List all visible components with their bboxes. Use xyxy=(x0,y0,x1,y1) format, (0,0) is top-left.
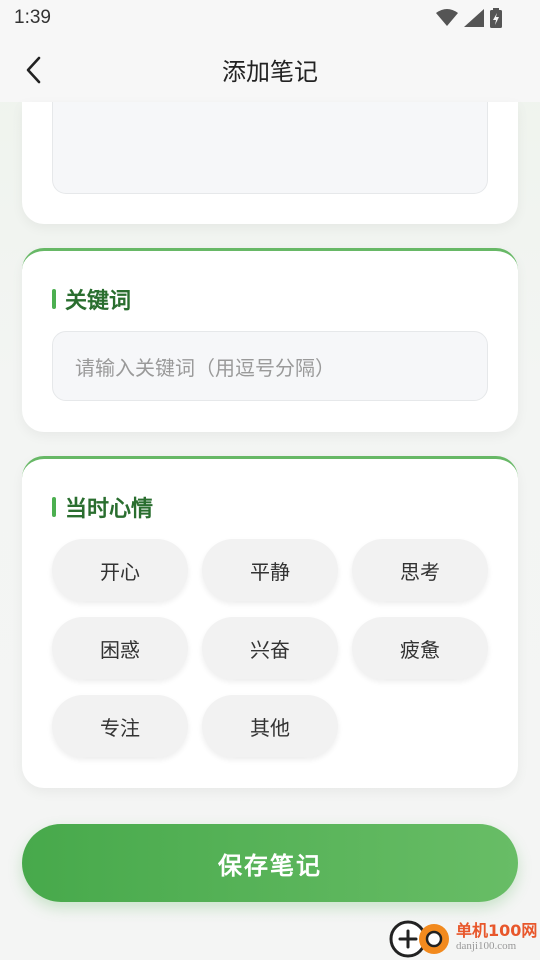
content-card xyxy=(22,102,518,224)
mood-chip-excited[interactable]: 兴奋 xyxy=(202,617,338,679)
mood-chip-calm[interactable]: 平静 xyxy=(202,539,338,601)
signal-icon xyxy=(464,9,484,27)
mood-title: 当时心情 xyxy=(65,497,154,522)
wifi-icon xyxy=(436,9,458,26)
section-accent-bar xyxy=(52,289,56,309)
mood-chip-focused[interactable]: 专注 xyxy=(52,695,188,757)
app-bar: 添加笔记 xyxy=(0,36,540,102)
watermark-logo: 单机100网 danji100.com xyxy=(388,915,537,959)
keywords-card: 关键词 请输入关键词（用逗号分隔） xyxy=(22,248,518,432)
keywords-placeholder: 请输入关键词（用逗号分隔） xyxy=(75,355,335,380)
keywords-input[interactable]: 请输入关键词（用逗号分隔） xyxy=(52,331,488,401)
content-textarea[interactable] xyxy=(52,102,488,194)
save-note-button[interactable]: 保存笔记 xyxy=(22,824,518,902)
keywords-section-title: 关键词 xyxy=(52,283,131,315)
battery-icon xyxy=(490,8,502,28)
watermark-name: 单机100网 xyxy=(456,921,538,941)
page-title: 添加笔记 xyxy=(222,58,318,86)
mood-chip-other[interactable]: 其他 xyxy=(202,695,338,757)
mood-chip-thinking[interactable]: 思考 xyxy=(352,539,488,601)
mood-section-title: 当时心情 xyxy=(52,491,153,523)
watermark-url: danji100.com xyxy=(456,939,517,952)
section-accent-bar xyxy=(52,497,56,517)
status-icons xyxy=(436,8,502,28)
status-bar: 1:39 xyxy=(0,0,540,36)
keywords-title: 关键词 xyxy=(65,289,132,314)
mood-chip-happy[interactable]: 开心 xyxy=(52,539,188,601)
mood-chip-tired[interactable]: 疲惫 xyxy=(352,617,488,679)
mood-options: 开心 平静 思考 困惑 兴奋 疲惫 专注 其他 xyxy=(52,539,492,757)
mood-chip-confused[interactable]: 困惑 xyxy=(52,617,188,679)
watermark-logo-icon xyxy=(389,920,449,958)
mood-card: 当时心情 开心 平静 思考 困惑 兴奋 疲惫 专注 其他 xyxy=(22,456,518,788)
status-time: 1:39 xyxy=(14,7,51,28)
